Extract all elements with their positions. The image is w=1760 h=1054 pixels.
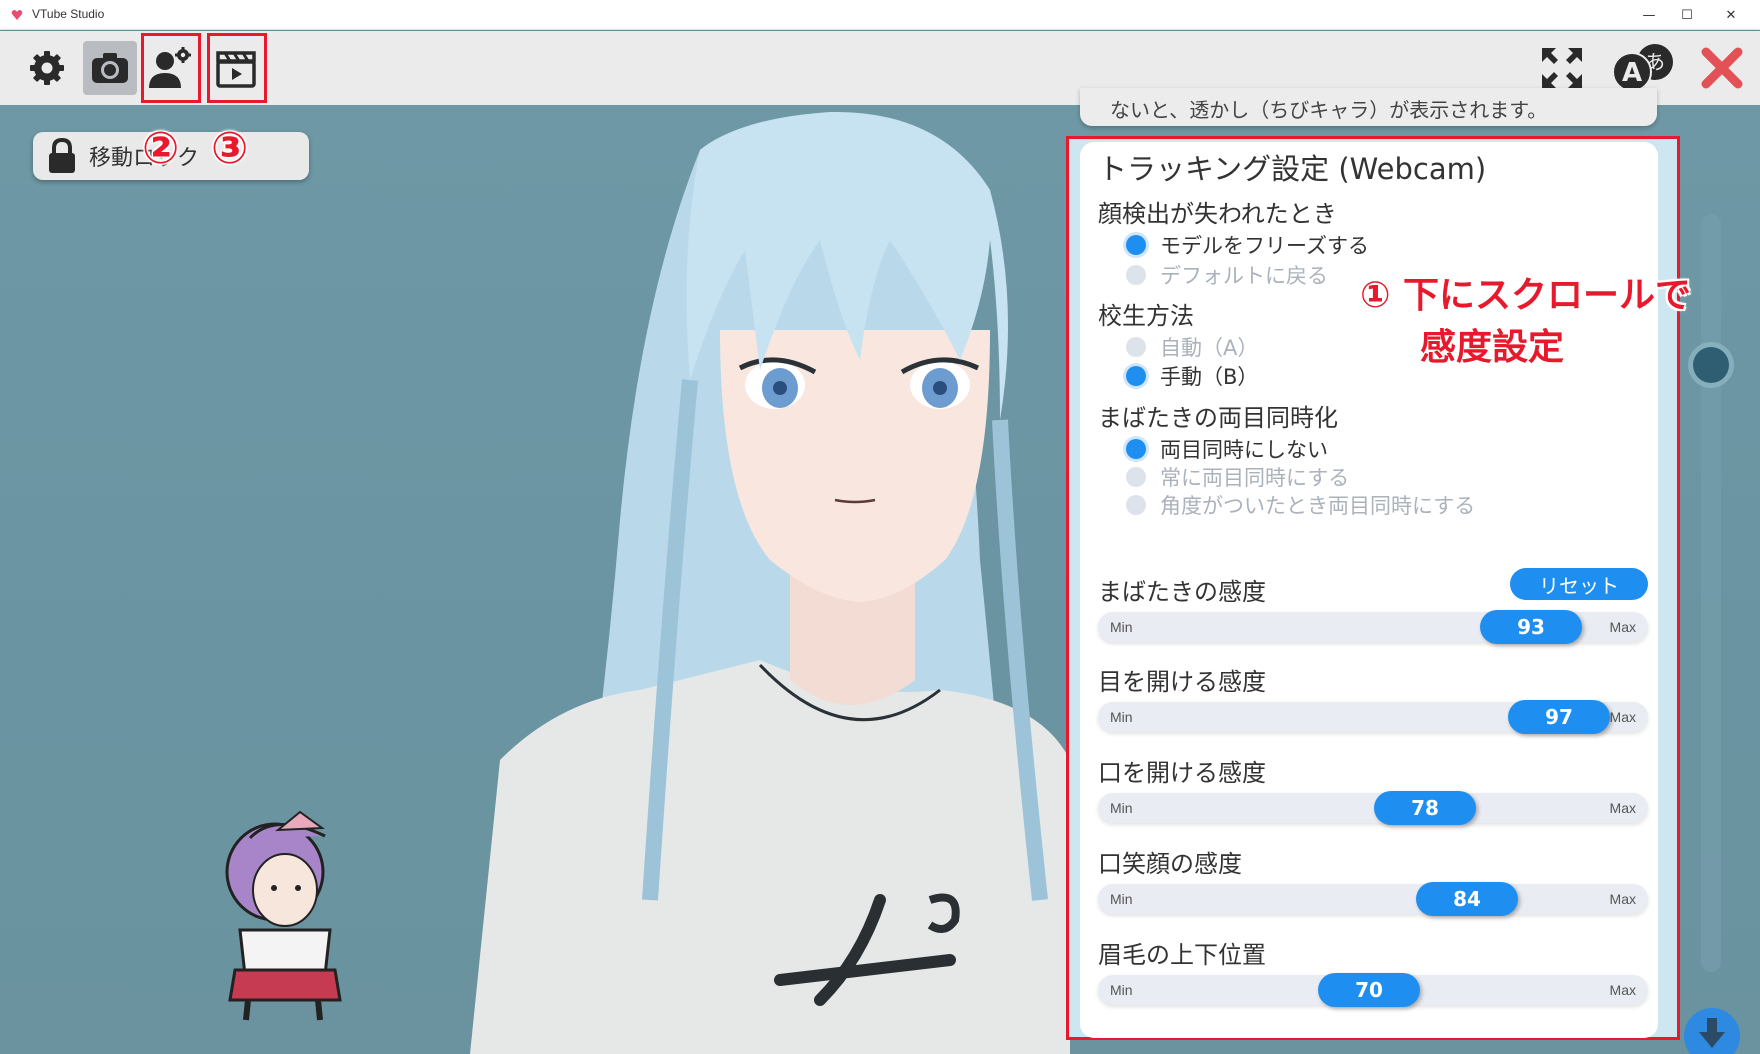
close-app-button[interactable] [1695,41,1749,95]
gear-icon [30,51,64,85]
option-blink-always-sync[interactable]: 常に両目同時にする [1126,462,1349,492]
app-logo-icon [11,10,23,20]
radio-reset-default[interactable] [1126,265,1146,285]
radio-blink-angle-sync[interactable] [1126,495,1146,515]
annotation-number-2: ② [142,123,180,174]
camera-icon [92,53,128,83]
reset-button[interactable]: リセット [1510,568,1648,600]
slider-knob[interactable]: 97 [1508,700,1610,734]
calibration-heading: 校生方法 [1098,302,1194,330]
slider-blink-sensitivity[interactable]: Min Max 93 [1098,610,1648,644]
slider-label-brow-position: 眉毛の上下位置 [1098,941,1266,969]
slider-min-label: Min [1110,891,1133,907]
vertical-slider-knob[interactable] [1693,347,1729,383]
slider-max-label: Max [1609,982,1636,998]
radio-blink-always-sync[interactable] [1126,467,1146,487]
slider-mouth-open-sensitivity[interactable]: Min Max 78 [1098,791,1648,825]
slider-knob[interactable]: 78 [1374,791,1476,825]
window-close-button[interactable]: ✕ [1708,0,1754,30]
slider-max-label: Max [1609,619,1636,635]
radio-calibration-auto[interactable] [1126,337,1146,357]
annotation-line1: 下にスクロールで [1403,275,1692,316]
slider-min-label: Min [1110,800,1133,816]
settings-button[interactable] [20,41,74,95]
face-lost-heading: 顔検出が失われたとき [1098,200,1337,228]
slider-knob[interactable]: 93 [1480,610,1582,644]
window-title: VTube Studio [32,7,105,21]
title-bar: VTube Studio — ☐ ✕ [0,0,1760,30]
svg-text:A: A [1622,58,1642,88]
annotation-circle: ① [1360,275,1391,316]
fullscreen-button[interactable] [1535,41,1589,95]
annotation-number-3: ③ [211,123,249,174]
slider-label-eye-open: 目を開ける感度 [1098,668,1266,696]
language-button[interactable]: あ A [1608,41,1678,95]
option-blink-no-sync[interactable]: 両目同時にしない [1126,434,1328,464]
highlight-frame-model-settings [141,33,201,103]
panel-title: トラッキング設定 (Webcam) [1098,152,1487,186]
slider-eye-open-sensitivity[interactable]: Min Max 97 [1098,700,1648,734]
annotation-scroll-hint: ① 下にスクロールで 感度設定 [1360,270,1691,374]
option-calibration-manual[interactable]: 手動（B） [1126,361,1258,391]
slider-min-label: Min [1110,982,1133,998]
highlight-frame-scene [207,33,267,103]
hint-text: ないと、透かし（ちびキャラ）が表示されます。 [1110,98,1548,122]
slider-max-label: Max [1609,891,1636,907]
slider-min-label: Min [1110,709,1133,725]
radio-calibration-manual[interactable] [1126,366,1146,386]
vertical-slider-track[interactable] [1701,214,1721,972]
slider-mouth-smile-sensitivity[interactable]: Min Max 84 [1098,882,1648,916]
slider-knob[interactable]: 70 [1318,973,1420,1007]
slider-min-label: Min [1110,619,1133,635]
close-icon [1701,47,1743,89]
hint-tooltip: ないと、透かし（ちびキャラ）が表示されます。 [1080,88,1657,126]
radio-blink-no-sync[interactable] [1126,439,1146,459]
option-reset-default[interactable]: デフォルトに戻る [1126,260,1328,290]
lock-icon [49,137,75,173]
fullscreen-icon [1542,48,1582,88]
slider-max-label: Max [1609,800,1636,816]
option-freeze-model[interactable]: モデルをフリーズする [1126,230,1369,260]
slider-brow-position[interactable]: Min Max 70 [1098,973,1648,1007]
language-icon: あ A [1612,44,1673,92]
slider-knob[interactable]: 84 [1416,882,1518,916]
maximize-button[interactable]: ☐ [1664,0,1710,30]
blink-sync-heading: まばたきの両目同時化 [1098,404,1338,432]
option-calibration-auto[interactable]: 自動（A） [1126,332,1258,362]
option-blink-angle-sync[interactable]: 角度がついたとき両目同時にする [1126,490,1475,520]
arrow-down-icon [1699,1018,1725,1048]
radio-freeze-model[interactable] [1126,235,1146,255]
slider-max-label: Max [1609,709,1636,725]
annotation-line2: 感度設定 [1420,327,1565,368]
slider-label-mouth-open: 口を開ける感度 [1098,759,1266,787]
slider-label-blink: まばたきの感度 [1098,578,1266,606]
camera-button[interactable] [83,41,137,95]
slider-label-mouth-smile: 口笑顔の感度 [1098,850,1242,878]
